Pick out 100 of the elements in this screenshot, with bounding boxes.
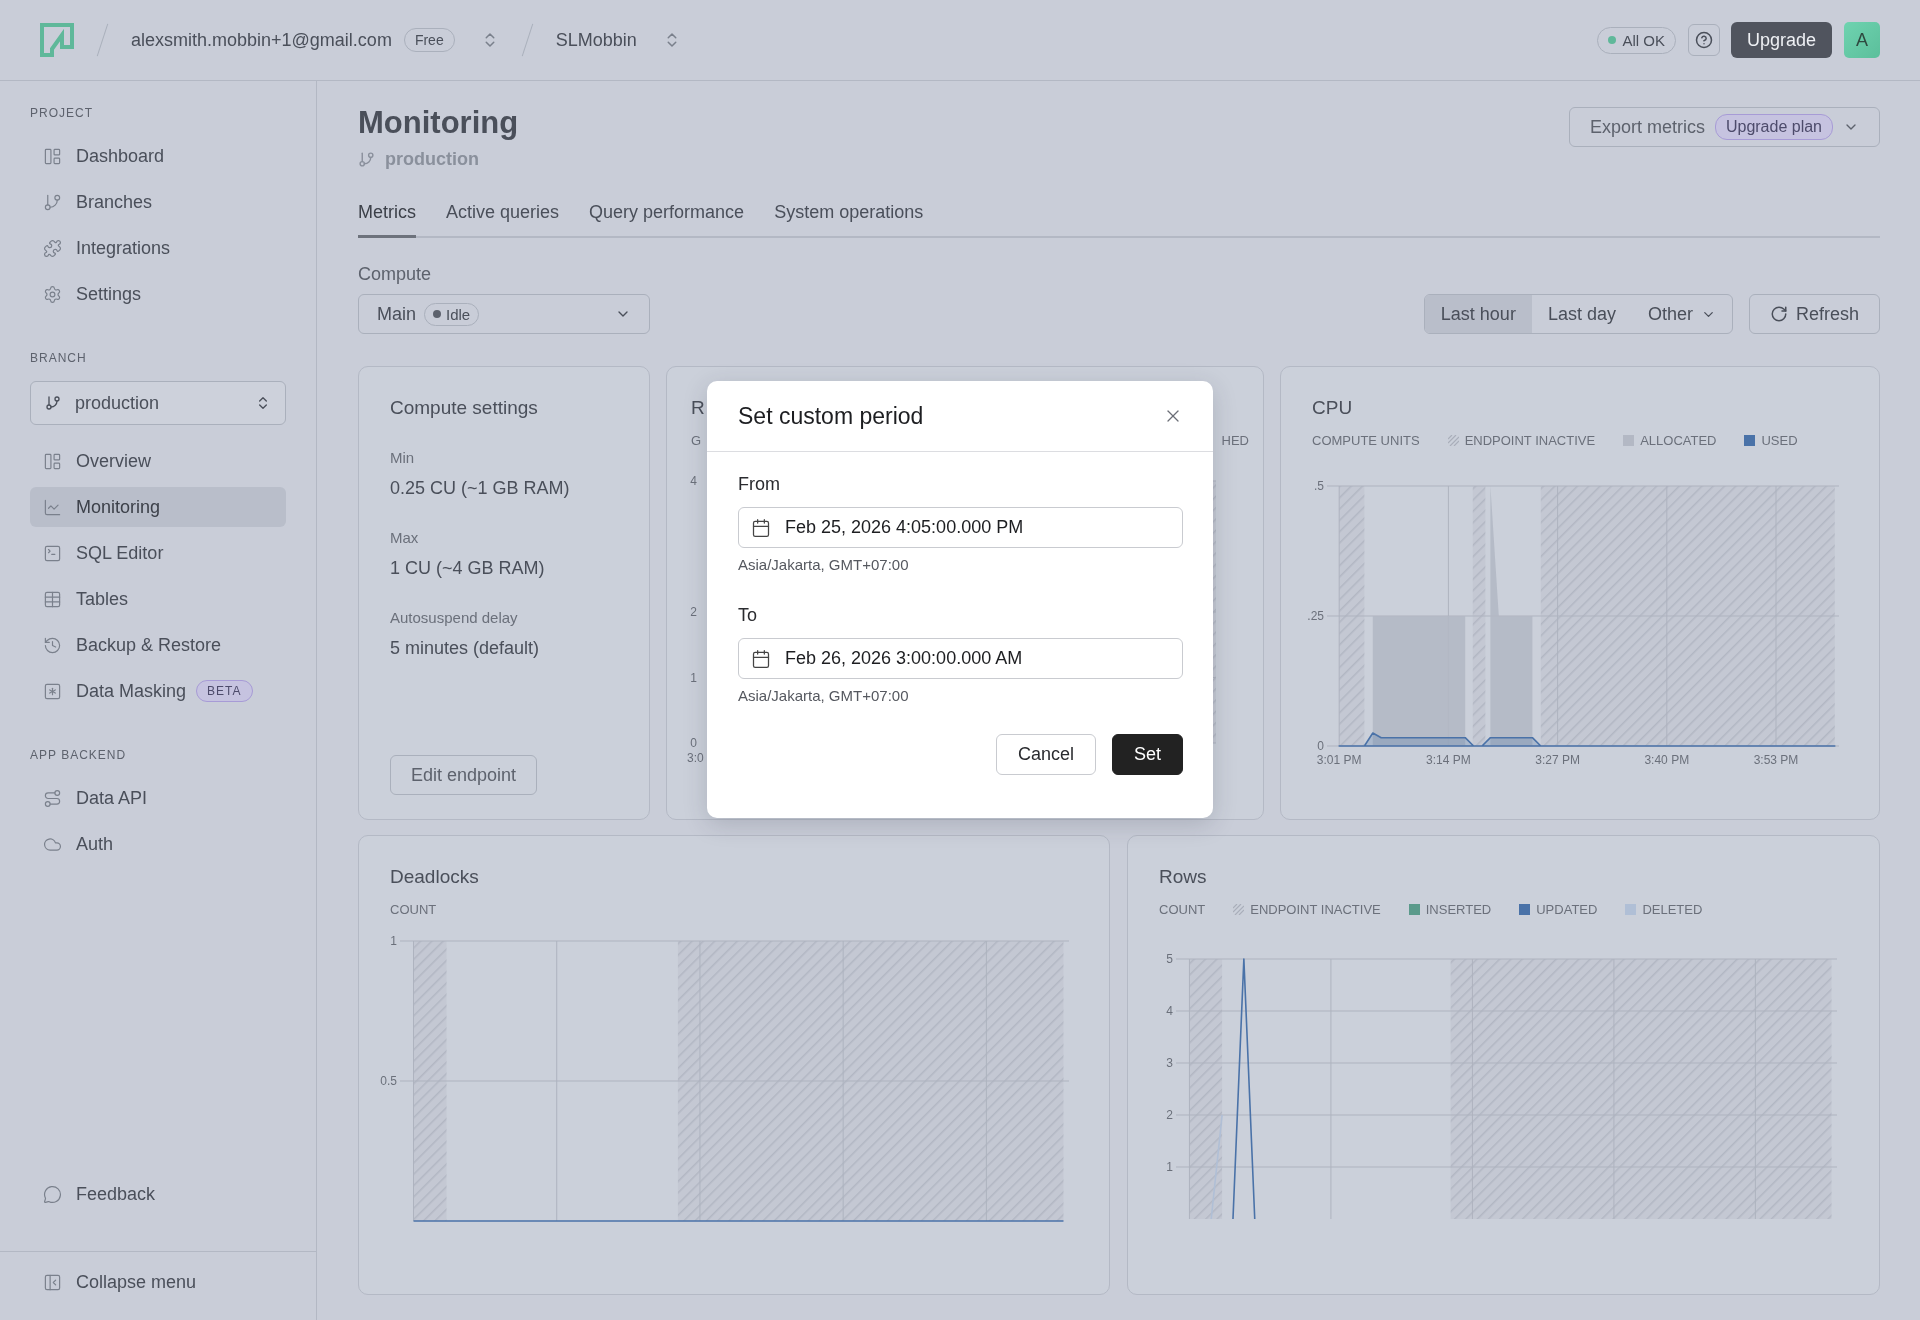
edit-endpoint-button[interactable]: Edit endpoint xyxy=(390,755,538,795)
nav-item[interactable]: Feedback xyxy=(30,1174,286,1214)
axis-label: 1 xyxy=(690,670,697,685)
layout-icon xyxy=(43,146,62,166)
account-email[interactable]: alexsmith.mobbin+1@gmail.com xyxy=(131,29,392,51)
axis-label: 0 xyxy=(1317,739,1324,753)
puzzle-icon xyxy=(43,238,62,258)
axis-label: .5 xyxy=(1314,479,1324,493)
status-dot xyxy=(1608,36,1617,44)
legend-label: DELETED xyxy=(1642,902,1703,917)
field-label: To xyxy=(738,605,758,626)
compute-select[interactable]: Main Idle xyxy=(358,294,650,334)
axis-label: .25 xyxy=(1307,609,1324,623)
help-icon xyxy=(1694,31,1713,49)
legend-label: HED xyxy=(1221,433,1249,448)
axis-label: 2 xyxy=(690,605,697,619)
upgrade-button[interactable]: Upgrade xyxy=(1730,22,1832,58)
axis-label: 4 xyxy=(690,474,697,488)
calendar-icon xyxy=(751,517,771,538)
terminal-icon xyxy=(43,543,62,563)
beta-badge: BETA xyxy=(196,680,253,702)
setting-value: 0.25 CU (~1 GB RAM) xyxy=(389,478,571,499)
route-icon xyxy=(43,788,62,808)
range-option[interactable]: Last hour xyxy=(1424,295,1532,333)
axis-label: 3:01 PM xyxy=(1316,753,1362,767)
nav-item[interactable]: SQL Editor xyxy=(30,533,286,573)
unit-label: G xyxy=(690,433,702,448)
date-value: Feb 25, 2026 4:05:00.000 PM xyxy=(785,517,1024,538)
unit-label: COUNT xyxy=(390,902,437,917)
avatar[interactable]: A xyxy=(1844,22,1880,58)
section-heading: BRANCH xyxy=(30,351,88,365)
set-button[interactable]: Set xyxy=(1111,734,1183,775)
nav-item[interactable]: Data Masking BETA xyxy=(30,671,286,711)
calendar-icon xyxy=(751,648,771,669)
tab[interactable]: Query performance xyxy=(589,192,745,238)
section-heading: APP BACKEND xyxy=(30,748,128,762)
date-value: Feb 26, 2026 3:00:00.000 AM xyxy=(785,648,1023,669)
nav-item[interactable]: Auth xyxy=(30,824,286,864)
unit-label: COMPUTE UNITS xyxy=(1312,433,1420,448)
dialog-title: Set custom period xyxy=(738,402,924,430)
axis-label: 0 xyxy=(690,736,697,750)
refresh-icon xyxy=(1769,305,1788,323)
legend-label: USED xyxy=(1761,433,1798,448)
legend-label: ENDPOINT INACTIVE xyxy=(1250,902,1381,917)
upgrade-badge: Upgrade plan xyxy=(1714,114,1833,140)
card-title: Rows xyxy=(1158,866,1208,888)
branch-name: production xyxy=(385,149,479,170)
card-title: R xyxy=(690,397,705,419)
nav-item[interactable]: Dashboard xyxy=(30,136,286,176)
export-button[interactable]: Export metrics Upgrade plan xyxy=(1568,107,1880,147)
project-name[interactable]: SLMobbin xyxy=(555,29,637,51)
axis-label: 3:14 PM xyxy=(1426,753,1471,767)
tab[interactable]: Metrics xyxy=(358,192,416,238)
tab[interactable]: System operations xyxy=(774,192,924,238)
nav-item[interactable]: Settings xyxy=(30,274,286,314)
help-button[interactable] xyxy=(1687,24,1720,56)
branch-selector[interactable]: production xyxy=(30,381,286,425)
nav-item[interactable]: Monitoring xyxy=(30,487,286,527)
date-field[interactable]: Feb 25, 2026 4:05:00.000 PM xyxy=(738,507,1183,548)
timezone-label: Asia/Jakarta, GMT+07:00 xyxy=(738,556,910,573)
nav-item[interactable]: Integrations xyxy=(30,228,286,268)
nav-item[interactable]: Data API xyxy=(30,778,286,818)
axis-label: 3:0 xyxy=(687,751,704,765)
branch-icon xyxy=(43,192,62,212)
date-field[interactable]: Feb 26, 2026 3:00:00.000 AM xyxy=(738,638,1183,679)
nav-item[interactable]: Tables xyxy=(30,579,286,619)
branch-icon xyxy=(45,395,61,411)
layout-icon xyxy=(43,451,62,471)
setting-label: Autosuspend delay xyxy=(389,609,519,626)
cancel-button[interactable]: Cancel xyxy=(995,734,1096,775)
field-label: Compute xyxy=(358,264,433,285)
axis-label: 1 xyxy=(390,934,397,948)
axis-label: 3:27 PM xyxy=(1535,753,1580,767)
nav-item[interactable]: Branches xyxy=(30,182,286,222)
page-title: Monitoring xyxy=(358,105,519,141)
hatch-icon xyxy=(1447,435,1459,446)
nav-item[interactable]: Backup & Restore xyxy=(30,625,286,665)
axis-label: 3:53 PM xyxy=(1753,753,1799,767)
axis-label: 3 xyxy=(1166,1056,1173,1070)
hatch-icon xyxy=(1233,904,1245,915)
branch-icon xyxy=(358,151,375,168)
refresh-button[interactable]: Refresh xyxy=(1748,294,1880,334)
settings-icon xyxy=(43,284,62,304)
legend-label: UPDATED xyxy=(1536,902,1598,917)
card-title: CPU xyxy=(1311,397,1354,419)
axis-label: 1 xyxy=(1166,1160,1173,1174)
asterisk-icon xyxy=(43,681,62,701)
setting-value: 5 minutes (default) xyxy=(389,638,541,659)
section-heading: PROJECT xyxy=(30,106,94,120)
range-option[interactable]: Other xyxy=(1631,295,1732,333)
legend-label: ENDPOINT INACTIVE xyxy=(1464,433,1596,448)
tab[interactable]: Active queries xyxy=(446,192,560,238)
collapse-menu[interactable]: Collapse menu xyxy=(30,1262,286,1302)
range-option[interactable]: Last day xyxy=(1531,295,1632,333)
legend-label: ALLOCATED xyxy=(1640,433,1717,448)
setting-label: Max xyxy=(389,529,420,546)
setting-label: Min xyxy=(389,449,416,466)
axis-label: 3:40 PM xyxy=(1644,753,1690,767)
nav-item[interactable]: Overview xyxy=(30,441,286,481)
legend-label: INSERTED xyxy=(1425,902,1492,917)
